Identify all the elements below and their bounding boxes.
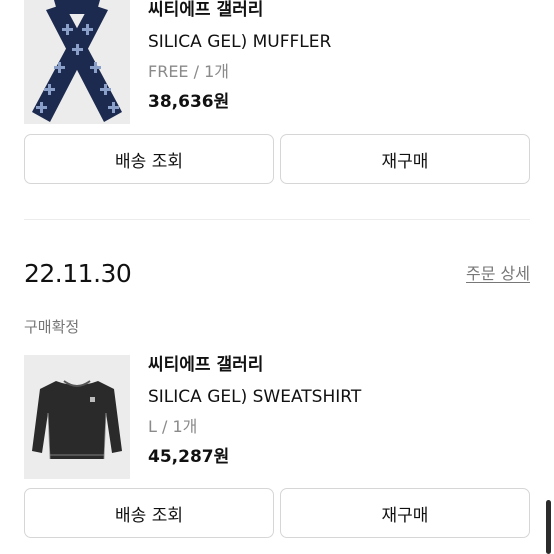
- reorder-button[interactable]: 재구매: [280, 488, 530, 538]
- product-thumbnail[interactable]: [24, 355, 130, 479]
- order-actions: 배송 조회 재구매: [24, 488, 530, 538]
- product-option: FREE / 1개: [148, 62, 230, 81]
- scrollbar[interactable]: [546, 500, 551, 554]
- order-actions: 배송 조회 재구매: [24, 134, 530, 184]
- product-thumbnail[interactable]: [24, 0, 130, 124]
- product-info[interactable]: 씨티에프 갤러리 SILICA GEL) SWEATSHIRT L / 1개 4…: [148, 355, 361, 467]
- product-option: L / 1개: [148, 417, 198, 436]
- product-price: 45,287원: [148, 447, 230, 467]
- brand-name: 씨티에프 갤러리: [148, 0, 264, 20]
- section-divider: [24, 219, 530, 220]
- order-item-sweatshirt[interactable]: 씨티에프 갤러리 SILICA GEL) SWEATSHIRT L / 1개 4…: [24, 355, 534, 479]
- product-name: SILICA GEL) SWEATSHIRT: [148, 387, 362, 407]
- product-info[interactable]: 씨티에프 갤러리 SILICA GEL) MUFFLER FREE / 1개 3…: [148, 0, 331, 112]
- muffler-image: [24, 0, 130, 124]
- product-name: SILICA GEL) MUFFLER: [148, 32, 332, 52]
- order-item-muffler[interactable]: 씨티에프 갤러리 SILICA GEL) MUFFLER FREE / 1개 3…: [24, 0, 534, 124]
- reorder-button[interactable]: 재구매: [280, 134, 530, 184]
- brand-name: 씨티에프 갤러리: [148, 355, 264, 375]
- order-date: 22.11.30: [24, 259, 132, 288]
- track-delivery-button[interactable]: 배송 조회: [24, 488, 274, 538]
- track-delivery-button[interactable]: 배송 조회: [24, 134, 274, 184]
- sweatshirt-image: [24, 355, 130, 479]
- order-detail-link[interactable]: 주문 상세: [466, 263, 530, 285]
- order-status: 구매확정: [24, 318, 80, 336]
- product-price: 38,636원: [148, 92, 230, 112]
